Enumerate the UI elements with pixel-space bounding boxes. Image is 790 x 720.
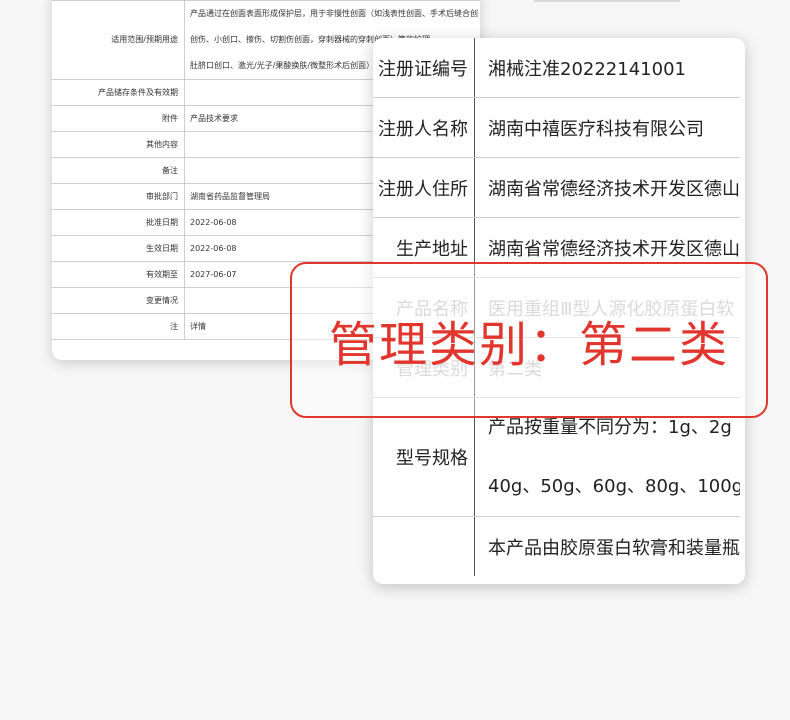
- row-label: 其他内容: [52, 131, 185, 158]
- row-label: 备注: [52, 157, 185, 184]
- row-label: 生效日期: [52, 235, 185, 262]
- spec-line: 40g、50g、60g、80g、100g: [488, 476, 740, 497]
- category-highlight-callout: 管理类别：第二类: [290, 262, 768, 418]
- row-label: 注: [52, 313, 185, 340]
- row-label: [373, 516, 475, 576]
- row-label: 适用范围/预期用途: [52, 0, 185, 80]
- row-label: 变更情况: [52, 287, 185, 314]
- category-highlight-text: 管理类别：第二类: [328, 317, 729, 373]
- row-label: 注册证编号: [373, 38, 475, 98]
- row-value: 本产品由胶原蛋白软膏和装量瓶: [488, 537, 740, 559]
- row-label: 注册人名称: [373, 97, 475, 158]
- row-label: 审批部门: [52, 183, 185, 210]
- table-row: 本产品由胶原蛋白软膏和装量瓶: [373, 516, 740, 576]
- row-label: 有效期至: [52, 261, 185, 288]
- table-row: 注册人住所 湖南省常德经济技术开发区德山: [373, 157, 740, 218]
- table-row: 注册证编号 湘械注准20222141001: [373, 38, 740, 98]
- row-label: 附件: [52, 105, 185, 132]
- table-row: 注册人名称 湖南中禧医疗科技有限公司: [373, 97, 740, 158]
- scope-line: 产品通过在创面表面形成保护层，用于非慢性创面（如浅表性创面、手术后缝合创: [190, 9, 478, 18]
- row-label: 产品储存条件及有效期: [52, 79, 185, 106]
- row-value: 湖南省常德经济技术开发区德山: [474, 157, 740, 218]
- row-label: 批准日期: [52, 209, 185, 236]
- row-label: 注册人住所: [373, 157, 475, 218]
- row-value: 湖南中禧医疗科技有限公司: [474, 97, 740, 158]
- top-divider: [534, 0, 680, 2]
- row-value: 湘械注准20222141001: [474, 38, 740, 98]
